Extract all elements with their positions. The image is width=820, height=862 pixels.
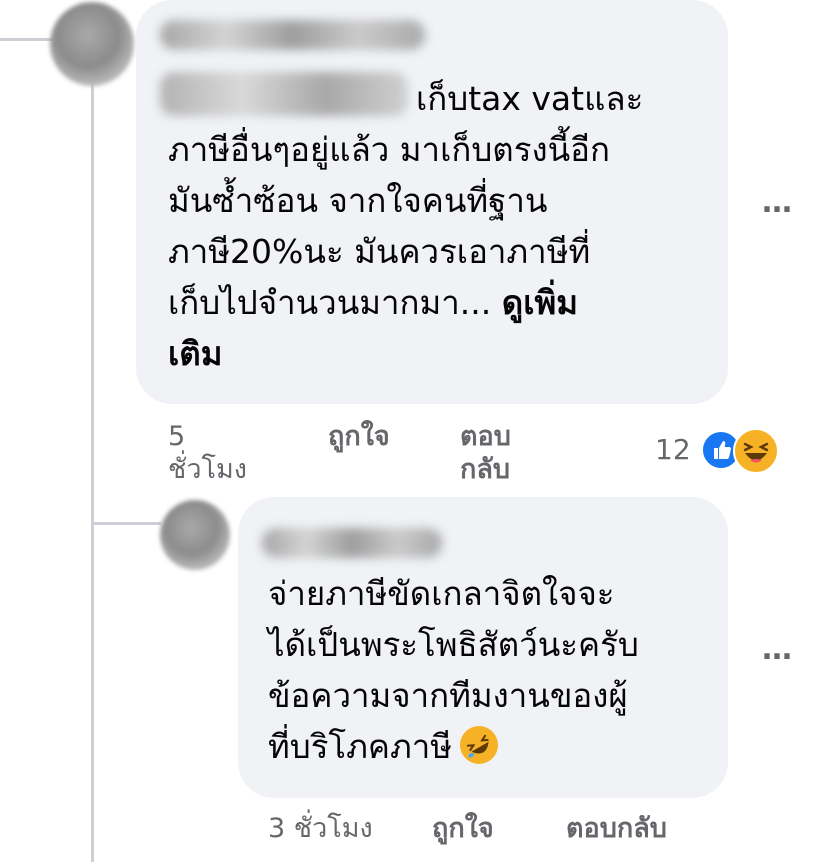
reply-button[interactable]: ตอบ กลับ — [460, 420, 511, 486]
comment-timestamp[interactable]: 5 ชั่วโมง — [168, 420, 247, 486]
haha-icon — [733, 428, 779, 474]
reaction-count: 12 — [655, 433, 691, 466]
comment-timestamp[interactable]: 3 ชั่วโมง — [268, 812, 373, 845]
avatar[interactable] — [160, 500, 230, 570]
avatar[interactable] — [50, 2, 134, 86]
reply-button[interactable]: ตอบกลับ — [566, 812, 667, 845]
comment-text: จ่ายภาษีขัดเกลาจิตใจจะ ได้เป็นพระโพธิสัต… — [268, 574, 639, 766]
thread-line-vertical — [91, 70, 94, 862]
author-name-redacted[interactable] — [160, 20, 425, 50]
more-options-icon[interactable]: … — [762, 632, 794, 667]
more-options-icon[interactable]: … — [762, 185, 794, 220]
like-button[interactable]: ถูกใจ — [328, 420, 390, 453]
author-name-redacted[interactable] — [262, 528, 442, 558]
thread-line-top — [0, 38, 55, 41]
like-button[interactable]: ถูกใจ — [432, 812, 494, 845]
thread-line-reply-connector — [91, 522, 161, 525]
rolling-on-floor-laughing-icon — [460, 726, 499, 764]
comment-text: เก็บtax vatและ ภาษีอื่นๆอยู่แล้ว มาเก็บต… — [168, 79, 644, 373]
